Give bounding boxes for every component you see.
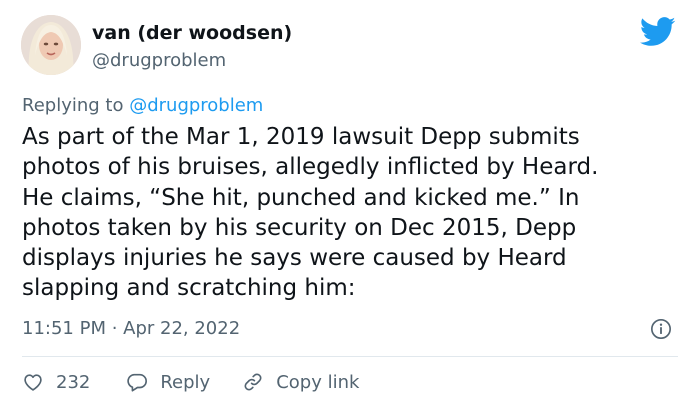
tweet-text-line: He claims, “She hit, punched and kicked … [22, 184, 580, 211]
tweet-text-line: photos of his bruises, allegedly inflict… [22, 154, 599, 181]
divider [22, 356, 678, 357]
reply-bubble-icon [127, 373, 148, 392]
twitter-bird-icon [640, 17, 676, 46]
copy-link-button[interactable]: Copy link [242, 371, 359, 393]
tweet-text-line: slapping and scratching him: [22, 275, 356, 302]
tweet-text-line: As part of the Mar 1, 2019 lawsuit Depp … [22, 124, 580, 150]
tweet-text-line: photos taken by his security on Dec 2015… [22, 214, 577, 241]
replying-to: Replying to @drugproblem [22, 95, 263, 116]
tweet-actions: 232 Reply Copy link [22, 368, 359, 396]
avatar[interactable] [21, 15, 81, 75]
user-handle[interactable]: @drugproblem [92, 50, 226, 71]
replying-mention-link[interactable]: @drugproblem [129, 95, 263, 116]
tweet-timestamp[interactable]: 11:51 PM · Apr 22, 2022 [22, 318, 240, 339]
copy-link-label: Copy link [276, 371, 360, 393]
like-count: 232 [56, 371, 91, 393]
display-name[interactable]: van (der woodsen) [92, 22, 292, 44]
link-icon [244, 373, 262, 391]
tweet-text-line: displays injuries he says were caused by… [22, 245, 567, 272]
info-icon[interactable] [650, 318, 672, 340]
heart-icon [24, 374, 42, 391]
reply-button[interactable]: Reply [126, 371, 210, 393]
reply-label: Reply [160, 371, 211, 393]
tweet-text: As part of the Mar 1, 2019 lawsuit Depp … [22, 122, 682, 304]
avatar-image [21, 15, 81, 75]
like-button[interactable]: 232 [22, 371, 90, 393]
replying-prefix: Replying to [22, 95, 130, 116]
